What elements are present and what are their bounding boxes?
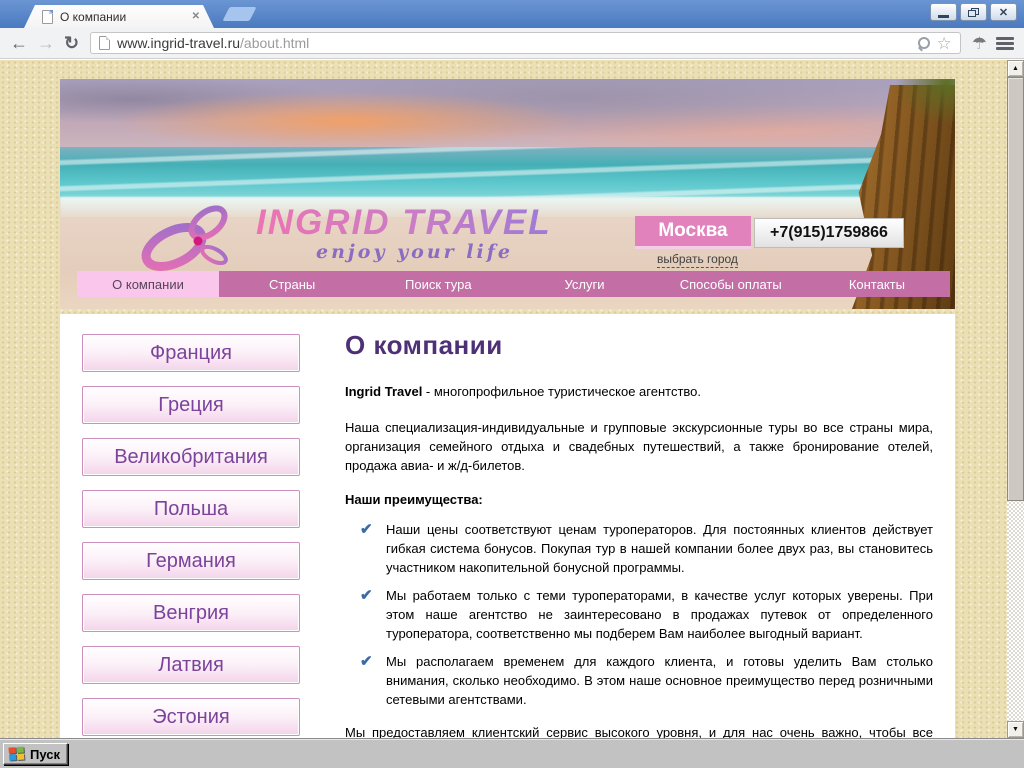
window-controls: ✕ xyxy=(930,3,1017,21)
content-card: Франция Греция Великобритания Польша Гер… xyxy=(60,314,955,738)
photo-sea xyxy=(60,147,955,197)
nav-item-services[interactable]: Услуги xyxy=(511,271,657,297)
country-sidebar: Франция Греция Великобритания Польша Гер… xyxy=(82,334,300,736)
tab-close-icon[interactable]: ✕ xyxy=(192,11,200,22)
intro-paragraph: Ingrid Travel - многопрофильное туристич… xyxy=(345,382,933,401)
main-content: О компании Ingrid Travel - многопрофильн… xyxy=(345,330,933,738)
scroll-up-icon[interactable]: ▲ xyxy=(1007,60,1024,77)
windows-logo-icon xyxy=(8,746,26,762)
browser-window: О компании ✕ ✕ ← → ↻ www.ingrid-travel.r… xyxy=(0,0,1024,738)
scrollbar-thumb[interactable] xyxy=(1007,77,1024,501)
reload-button[interactable]: ↻ xyxy=(64,34,79,52)
check-icon: ✔ xyxy=(360,521,373,538)
sidebar-country-latvia[interactable]: Латвия xyxy=(82,646,300,684)
close-icon: ✕ xyxy=(998,6,1009,19)
browser-tab[interactable]: О компании ✕ xyxy=(24,5,214,28)
check-icon: ✔ xyxy=(360,587,373,604)
extension-umbrella-icon[interactable]: ☂ xyxy=(972,35,987,52)
search-icon[interactable] xyxy=(917,36,930,50)
brand-tagline: enjoy your life xyxy=(316,241,513,263)
photo-sky xyxy=(60,79,955,147)
tab-title: О компании xyxy=(60,9,127,24)
restore-icon xyxy=(968,7,979,17)
phone-number: +7(915)1759866 xyxy=(754,218,904,248)
nav-item-tour-search[interactable]: Поиск тура xyxy=(365,271,511,297)
sidebar-country-uk[interactable]: Великобритания xyxy=(82,438,300,476)
start-label: Пуск xyxy=(30,746,60,762)
nav-item-about[interactable]: О компании xyxy=(77,271,219,297)
advantage-text-3: Мы располагаем временем для каждого клие… xyxy=(386,654,933,707)
url-host: www.ingrid-travel.ru xyxy=(117,35,241,51)
url-text[interactable]: www.ingrid-travel.ru/about.html xyxy=(117,35,309,51)
sidebar-country-germany[interactable]: Германия xyxy=(82,542,300,580)
close-button[interactable]: ✕ xyxy=(990,3,1017,21)
site-container: INGRID TRAVEL enjoy your life Москва +7(… xyxy=(60,79,955,738)
browser-tab-strip: О компании ✕ ✕ xyxy=(0,0,1024,28)
nav-item-payment[interactable]: Способы оплаты xyxy=(658,271,804,297)
advantage-item-1: ✔ Наши цены соответствуют ценам туропера… xyxy=(345,520,933,577)
sidebar-country-greece[interactable]: Греция xyxy=(82,386,300,424)
description-paragraph: Наша специализация-индивидуальные и груп… xyxy=(345,420,933,473)
intro-rest: - многопрофильное туристическое агентств… xyxy=(422,384,701,399)
nav-item-contacts[interactable]: Контакты xyxy=(804,271,950,297)
minimize-button[interactable] xyxy=(930,3,957,21)
page-favicon-icon xyxy=(42,9,53,24)
page-viewport: INGRID TRAVEL enjoy your life Москва +7(… xyxy=(0,60,1024,738)
address-bar[interactable]: www.ingrid-travel.ru/about.html ☆ xyxy=(90,32,961,54)
sidebar-country-poland[interactable]: Польша xyxy=(82,490,300,528)
advantage-text-1: Наши цены соответствуют ценам туроперато… xyxy=(386,522,933,575)
bookmark-star-icon[interactable]: ☆ xyxy=(937,35,952,52)
advantage-item-2: ✔ Мы работаем только с теми туроператора… xyxy=(345,586,933,643)
intro-brand-bold: Ingrid Travel xyxy=(345,384,423,399)
scroll-down-icon[interactable]: ▼ xyxy=(1007,721,1024,738)
sidebar-country-france[interactable]: Франция xyxy=(82,334,300,372)
photo-cliff-moss xyxy=(895,79,955,125)
closing-paragraph: Мы предоставляем клиентский сервис высок… xyxy=(345,725,933,738)
city-button[interactable]: Москва xyxy=(635,216,751,249)
browser-menu-icon[interactable] xyxy=(996,36,1014,50)
page-title: О компании xyxy=(345,330,503,360)
back-button[interactable]: ← xyxy=(10,34,28,52)
sidebar-country-hungary[interactable]: Венгрия xyxy=(82,594,300,632)
forward-button[interactable]: → xyxy=(37,34,55,52)
taskbar: Пуск xyxy=(0,738,1024,768)
site-logo[interactable]: INGRID TRAVEL enjoy your life xyxy=(138,199,558,279)
choose-city-link[interactable]: выбрать город xyxy=(657,252,738,268)
minimize-icon xyxy=(938,14,949,18)
butterfly-logo-icon xyxy=(141,205,228,271)
advantage-text-2: Мы работаем только с теми туроператорами… xyxy=(386,588,933,641)
restore-button[interactable] xyxy=(960,3,987,21)
url-page-icon xyxy=(99,36,111,50)
check-icon: ✔ xyxy=(360,653,373,670)
brand-name: INGRID TRAVEL xyxy=(256,203,552,242)
main-navigation: О компании Страны Поиск тура Услуги Спос… xyxy=(77,271,950,297)
vertical-scrollbar[interactable]: ▲ ▼ xyxy=(1007,60,1024,738)
header-beach-photo: INGRID TRAVEL enjoy your life Москва +7(… xyxy=(60,79,955,309)
start-button[interactable]: Пуск xyxy=(3,743,68,765)
new-tab-button[interactable] xyxy=(222,7,257,21)
url-path: /about.html xyxy=(240,35,310,51)
advantage-item-3: ✔ Мы располагаем временем для каждого кл… xyxy=(345,652,933,709)
advantages-heading: Наши преимущества: xyxy=(345,492,483,507)
nav-item-countries[interactable]: Страны xyxy=(219,271,365,297)
browser-toolbar: ← → ↻ www.ingrid-travel.ru/about.html ☆ … xyxy=(0,28,1024,59)
sidebar-country-estonia[interactable]: Эстония xyxy=(82,698,300,736)
